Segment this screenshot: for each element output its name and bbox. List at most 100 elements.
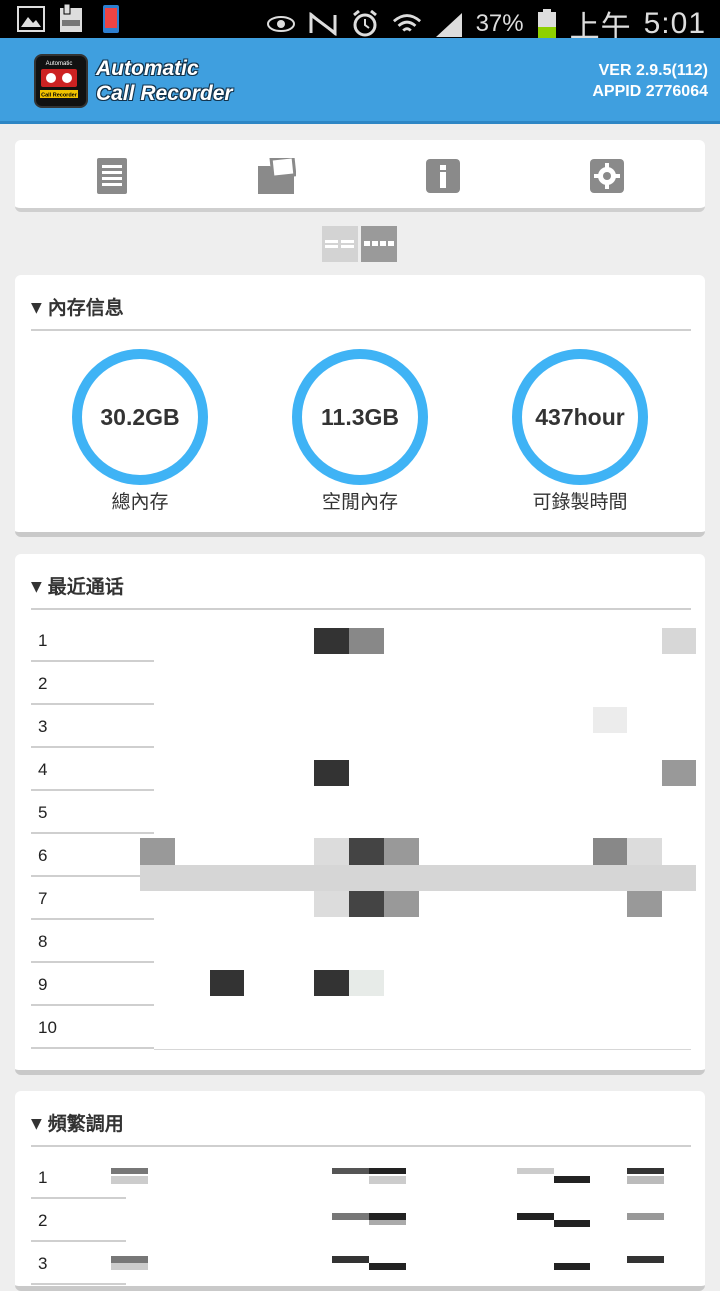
recent-calls-card: ▼ 最近通话 1 2 3 4 5 6 7 8 9 10 [15,554,705,1075]
folder-button[interactable] [257,156,297,196]
redacted-block [349,891,384,917]
redacted-block [314,891,349,917]
recent-call-row[interactable]: 3 [31,707,154,748]
recent-call-row[interactable]: 1 [31,621,154,662]
alarm-icon [350,9,380,39]
main-toolbar [15,140,705,212]
redacted-bar [140,865,696,891]
recent-calls-header[interactable]: ▼ 最近通话 [31,572,691,610]
redacted-block [111,1176,148,1184]
info-icon [426,159,460,193]
recent-call-row[interactable]: 8 [31,922,154,963]
redacted-block [111,1256,148,1263]
redacted-block [111,1263,148,1270]
status-bar: 37% 上午 5:01 [0,0,720,44]
battery-icon [536,9,558,39]
redacted-block [314,970,349,996]
total-storage-label: 總內存 [111,491,169,513]
four-column-icon [364,241,394,246]
two-column-icon [325,240,354,248]
redacted-block [384,891,419,917]
recent-call-row[interactable]: 4 [31,750,154,791]
list-button[interactable] [92,156,132,196]
battery-percent: 37% [475,10,524,37]
free-storage-value: 11.3GB [321,403,399,430]
collapse-triangle-icon: ▼ [31,579,42,595]
total-storage-ring: 30.2GB [72,349,208,485]
redacted-block [349,838,384,865]
storage-info-header[interactable]: ▼ 內存信息 [31,293,691,331]
frequent-calls-header[interactable]: ▼ 頻繁調用 [31,1109,691,1147]
redacted-block [384,838,419,865]
redacted-block [554,1263,590,1270]
list-icon [97,158,127,194]
frequent-calls-card: ▼ 頻繁調用 1 2 3 [15,1091,705,1291]
total-storage-value: 30.2GB [100,403,180,430]
redacted-block [369,1213,406,1220]
version-info: VER 2.9.5(112) APPID 2776064 [592,60,708,102]
recent-call-row[interactable]: 9 [31,965,154,1006]
appid-text: APPID 2776064 [592,83,708,100]
redacted-block [140,838,175,865]
list-divider [154,1049,691,1050]
app-title: Automatic Call Recorder [96,56,233,106]
record-time-ring: 437hour [512,349,648,485]
redacted-block [627,1213,664,1220]
recent-calls-title: 最近通话 [47,576,124,598]
redacted-block [627,1176,664,1184]
app-logo: Automatic Call Recorder [34,54,88,108]
signal-icon [434,9,464,39]
recent-call-row[interactable]: 5 [31,793,154,834]
redacted-block [314,838,349,865]
redacted-block [314,628,349,654]
layout-four-column-toggle[interactable] [361,226,397,262]
settings-button[interactable] [587,156,627,196]
app-title-line2: Call Recorder [96,82,233,105]
frequent-calls-title: 頻繁調用 [47,1113,124,1135]
storage-info-card: ▼ 內存信息 30.2GB 總內存 11.3GB 空閒內存 437hour 可錄製… [15,275,705,537]
settings-icon [590,159,624,193]
redacted-block [210,970,244,996]
redacted-block [627,1256,664,1263]
recent-call-row[interactable]: 10 [31,1008,154,1049]
recent-call-row[interactable]: 7 [31,879,154,920]
status-time: 5:01 [643,7,706,40]
gallery-icon [16,4,46,34]
redacted-block [332,1256,369,1263]
redacted-block [517,1213,554,1220]
redacted-block [627,1168,664,1174]
redacted-block [627,891,662,917]
info-button[interactable] [423,156,463,196]
phone-icon [96,4,126,34]
frequent-call-row[interactable]: 2 [31,1201,126,1242]
layout-two-column-toggle[interactable] [322,226,358,262]
nfc-icon [308,9,338,39]
free-storage-label: 空閒內存 [321,491,398,513]
redacted-block [517,1168,554,1174]
record-time-value: 437hour [535,403,625,430]
redacted-block [662,628,696,654]
collapse-triangle-icon: ▼ [31,1116,42,1132]
logo-text-bottom: Call Recorder [41,93,78,99]
redacted-block [554,1220,590,1227]
collapse-triangle-icon: ▼ [31,300,42,316]
app-header: Automatic Call Recorder Automatic Call R… [0,38,720,124]
redacted-block [627,838,662,865]
redacted-block [593,838,627,865]
redacted-block [369,1263,406,1270]
redacted-block [593,707,627,733]
galaxy-icon [56,4,86,34]
free-storage-ring: 11.3GB [292,349,428,485]
wifi-icon [392,9,422,39]
redacted-block [349,970,384,996]
redacted-block [369,1220,406,1225]
redacted-block [111,1168,148,1174]
recent-call-row[interactable]: 2 [31,664,154,705]
redacted-block [369,1168,406,1174]
record-time-label: 可錄製時間 [532,491,628,513]
eye-icon [266,9,296,39]
redacted-block [369,1176,406,1184]
recent-call-row[interactable]: 6 [31,836,154,877]
folder-icon [258,158,296,194]
storage-info-title: 內存信息 [47,297,124,319]
